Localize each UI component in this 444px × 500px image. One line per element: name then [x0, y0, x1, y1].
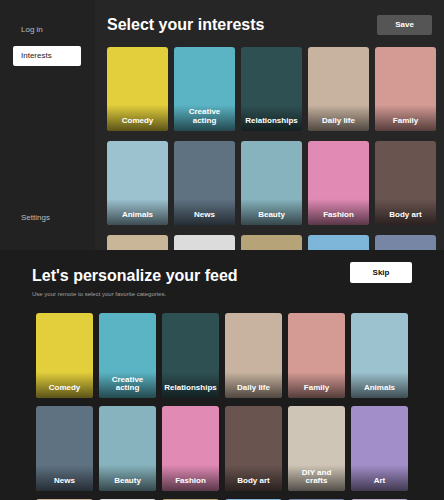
skip-button[interactable]: Skip	[350, 262, 412, 283]
interest-card[interactable]: Art	[351, 406, 408, 491]
interest-card[interactable]: Comedy	[36, 313, 93, 398]
card-label-strip: Animals	[351, 372, 408, 398]
interest-card[interactable]: Body art	[225, 406, 282, 491]
card-label: Creative acting	[101, 376, 154, 394]
interests-grid: Comedy Creative acting Relationships Daily …	[107, 47, 444, 250]
personalize-screen: Let's personalize your feed Use your remo…	[0, 250, 444, 500]
card-label: Daily life	[237, 384, 270, 393]
header: Let's personalize your feed Use your remo…	[32, 262, 412, 299]
card-label-strip: Beauty	[99, 465, 156, 491]
card-label-strip: DIY and crafts	[288, 465, 345, 491]
card-label-strip: Family	[375, 105, 436, 131]
card-label: Beauty	[258, 211, 285, 220]
categories-grid: Comedy Creative acting Relationships Daily …	[32, 313, 412, 500]
interest-card[interactable]: Relationships	[162, 313, 219, 398]
card-label: Beauty	[114, 477, 141, 486]
interest-card[interactable]: Daily life	[225, 313, 282, 398]
header: Select your interests Save	[107, 13, 432, 37]
card-label-strip: Relationships	[162, 372, 219, 398]
interest-card[interactable]: Beauty	[241, 141, 302, 225]
card-label-strip: Fashion	[308, 199, 369, 225]
card-label: DIY and crafts	[290, 469, 343, 487]
card-label-strip: Daily life	[225, 372, 282, 398]
interest-card[interactable]: Animals	[107, 141, 168, 225]
card-label-strip: Animals	[107, 199, 168, 225]
interest-card[interactable]	[162, 499, 219, 500]
interest-card[interactable]	[375, 235, 436, 250]
sidebar-item[interactable]: Settings	[13, 208, 81, 228]
card-label: News	[54, 477, 75, 486]
interest-card[interactable]	[308, 235, 369, 250]
page-title: Select your interests	[107, 13, 264, 37]
subtitle: Use your remote to select your favorite …	[32, 290, 238, 299]
save-button[interactable]: Save	[377, 15, 432, 35]
interest-card[interactable]	[174, 235, 235, 250]
card-label-strip: Body art	[225, 465, 282, 491]
interest-card[interactable]	[107, 235, 168, 250]
card-label-strip: Family	[288, 372, 345, 398]
card-label: Animals	[364, 384, 395, 393]
interest-card[interactable]: Creative acting	[174, 47, 235, 131]
app: Log in Interests Settings Select your inter…	[0, 0, 444, 500]
card-label-strip: Creative acting	[174, 105, 235, 131]
interest-card[interactable]	[225, 499, 282, 500]
interest-card[interactable]: Beauty	[99, 406, 156, 491]
card-label: Art	[374, 477, 386, 486]
card-label: Fashion	[175, 477, 206, 486]
card-label-strip: Art	[351, 465, 408, 491]
card-label-strip: Creative acting	[99, 372, 156, 398]
interest-card[interactable]: Animals	[351, 313, 408, 398]
card-label-strip: Comedy	[107, 105, 168, 131]
interest-card[interactable]: Comedy	[107, 47, 168, 131]
card-label: Relationships	[164, 384, 216, 393]
card-label: Animals	[122, 211, 153, 220]
card-label-strip: Comedy	[36, 372, 93, 398]
interest-card[interactable]: Family	[288, 313, 345, 398]
interest-card[interactable]: News	[36, 406, 93, 491]
interest-card[interactable]: News	[174, 141, 235, 225]
card-label-strip: Daily life	[308, 105, 369, 131]
interest-card[interactable]: Relationships	[241, 47, 302, 131]
interests-main: Select your interests Save Comedy Creative …	[95, 0, 444, 250]
card-label: Family	[304, 384, 329, 393]
interest-card[interactable]	[351, 499, 408, 500]
card-label: Comedy	[122, 117, 154, 126]
interest-card[interactable]: Family	[375, 47, 436, 131]
interest-card[interactable]	[99, 499, 156, 500]
card-label: Body art	[237, 477, 269, 486]
interest-card[interactable]: Body art	[375, 141, 436, 225]
interest-card[interactable]: Daily life	[308, 47, 369, 131]
card-label: Creative acting	[176, 108, 233, 126]
card-label: Body art	[389, 211, 421, 220]
interest-card[interactable]: Fashion	[308, 141, 369, 225]
card-label: Daily life	[322, 117, 355, 126]
page-title: Let's personalize your feed	[32, 266, 238, 285]
interest-card[interactable]: Fashion	[162, 406, 219, 491]
card-label-strip: Body art	[375, 199, 436, 225]
sidebar-item[interactable]: Interests	[13, 46, 81, 66]
card-label: Family	[393, 117, 418, 126]
sidebar: Log in Interests Settings	[0, 0, 95, 250]
interest-card[interactable]: Creative acting	[99, 313, 156, 398]
card-label: News	[194, 211, 215, 220]
card-label-strip: Fashion	[162, 465, 219, 491]
interest-card[interactable]	[36, 499, 93, 500]
interest-card[interactable]	[241, 235, 302, 250]
card-label: Relationships	[245, 117, 297, 126]
card-label-strip: Relationships	[241, 105, 302, 131]
card-label-strip: News	[174, 199, 235, 225]
sidebar-item[interactable]: Log in	[13, 20, 81, 40]
interest-card[interactable]: DIY and crafts	[288, 406, 345, 491]
card-label-strip: Beauty	[241, 199, 302, 225]
card-label: Comedy	[49, 384, 81, 393]
card-label: Fashion	[323, 211, 354, 220]
interests-screen: Log in Interests Settings Select your inter…	[0, 0, 444, 250]
interest-card[interactable]	[288, 499, 345, 500]
card-label-strip: News	[36, 465, 93, 491]
